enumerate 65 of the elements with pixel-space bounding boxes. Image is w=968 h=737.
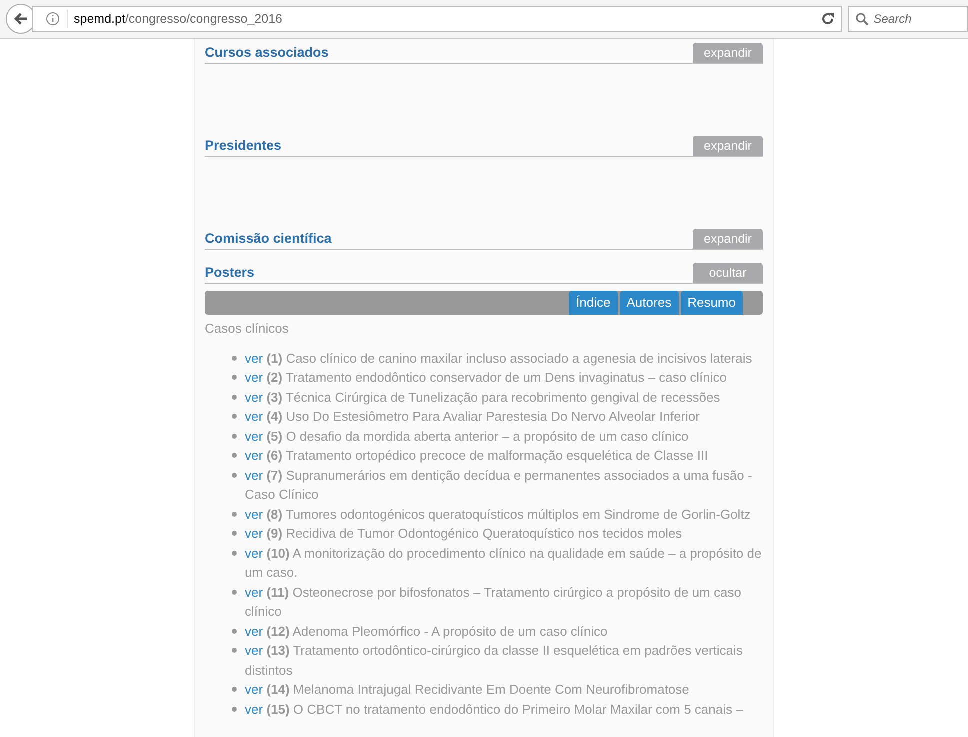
view-link[interactable]: ver: [245, 546, 264, 560]
poster-entry: ver (8) Tumores odontogénicos queratoquísticos múltiplos em Sindrome de Gorlin-Goltz: [245, 506, 751, 524]
poster-entry: ver (9) Recidiva de Tumor Odontogénico Queratoquístico nos tecidos moles: [245, 525, 682, 543]
section-title: Comissão científica: [205, 230, 332, 248]
view-link[interactable]: ver: [245, 682, 264, 697]
view-link[interactable]: ver: [245, 350, 264, 366]
bullet-icon: [232, 512, 237, 516]
view-link[interactable]: ver: [245, 370, 264, 385]
address-bar[interactable]: spemd.pt/congresso/congresso_2016: [32, 6, 842, 32]
view-link[interactable]: ver: [245, 468, 264, 482]
bullet-icon: [232, 414, 237, 419]
reload-icon[interactable]: [820, 12, 834, 26]
view-link[interactable]: ver: [245, 409, 264, 424]
info-icon: [46, 12, 60, 26]
bullet-icon: [232, 590, 237, 594]
poster-entry: ver (3) Técnica Cirúrgica de Tunelização para recobrimento gengival de recessões: [245, 388, 720, 407]
section-title: Cursos associados: [205, 44, 329, 62]
view-link[interactable]: ver: [245, 624, 264, 638]
toggle-button[interactable]: expandir: [693, 229, 763, 249]
search-field[interactable]: Search: [848, 6, 968, 32]
url-text: spemd.pt/congresso/congresso_2016: [66, 10, 282, 28]
bullet-icon: [232, 628, 237, 634]
view-link[interactable]: ver: [245, 702, 264, 716]
poster-entry: ver (13) Tratamento ortodôntico-cirúrgico da classe II esquelética em padrões verticais distintos: [245, 642, 744, 680]
poster-entry: ver (15) O CBCT no tratamento endodôntico do Primeiro Molar Maxilar com 5 canais –: [245, 700, 744, 719]
view-link[interactable]: ver: [245, 428, 264, 444]
poster-entry: ver (10) A monitorização do procedimento clínico na qualidade em saúde – a propósito de um caso.: [245, 544, 763, 582]
bullet-icon: [232, 394, 237, 400]
toggle-button[interactable]: expandir: [693, 136, 763, 156]
bullet-icon: [232, 687, 237, 692]
poster-entry: ver (2) Tratamento endodôntico conservador de um Dens invaginatus – caso clínico: [245, 369, 728, 387]
back-arrow-icon: [13, 11, 29, 27]
bullet-icon: [232, 550, 237, 556]
poster-entry: ver (1) Caso clínico de canino maxilar incluso associado a agenesia de incisivos laterais: [245, 350, 752, 368]
search-icon: [856, 12, 868, 26]
section-title: Posters: [205, 264, 255, 282]
bullet-icon: [232, 375, 237, 380]
bullet-icon: [232, 472, 237, 478]
poster-entry: ver (5) O desafio da mordida aberta anterior – a propósito de um caso clínico: [245, 428, 689, 446]
bullet-icon: [232, 706, 237, 712]
bullet-icon: [232, 434, 237, 438]
search-input[interactable]: Search: [872, 9, 952, 29]
toggle-button[interactable]: ocultar: [693, 263, 763, 283]
bullet-icon: [232, 356, 237, 360]
tab-button[interactable]: Autores: [620, 290, 679, 314]
tab-button[interactable]: Resumo: [680, 290, 743, 314]
view-link[interactable]: ver: [245, 448, 264, 463]
tab-button[interactable]: Índice: [569, 290, 618, 314]
section-title: Presidentes: [205, 137, 282, 155]
poster-entry: ver (6) Tratamento ortopédico precoce de malformação esquelética de Classe III: [245, 447, 708, 465]
poster-entry: ver (11) Osteonecrose por bifosfonatos – Tratamento cirúrgico a propósito de um caso clínico: [245, 584, 742, 621]
bullet-icon: [232, 648, 237, 653]
bullet-icon: [232, 453, 237, 458]
bullet-icon: [232, 531, 237, 536]
view-link[interactable]: ver: [245, 506, 264, 522]
category-heading: Casos clínicos: [205, 320, 290, 336]
poster-entry: ver (12) Adenoma Pleomórfico - A propósito de um caso clínico: [245, 622, 608, 641]
view-link[interactable]: ver: [245, 390, 264, 404]
poster-entry: ver (14) Melanoma Intrajugal Recidivante Em Doente Com Neurofibromatose: [245, 681, 690, 699]
view-link[interactable]: ver: [245, 584, 264, 600]
poster-entry: ver (4) Uso Do Estesiômetro Para Avaliar Parestesia Do Nervo Alveolar Inferior: [245, 408, 700, 426]
poster-entry: ver (7) Supranumerários em dentição decídua e permanentes associados a uma fusão - Caso Clínico: [245, 466, 754, 504]
view-link[interactable]: ver: [245, 526, 264, 541]
view-link[interactable]: ver: [245, 643, 264, 658]
toggle-button[interactable]: expandir: [693, 43, 763, 63]
